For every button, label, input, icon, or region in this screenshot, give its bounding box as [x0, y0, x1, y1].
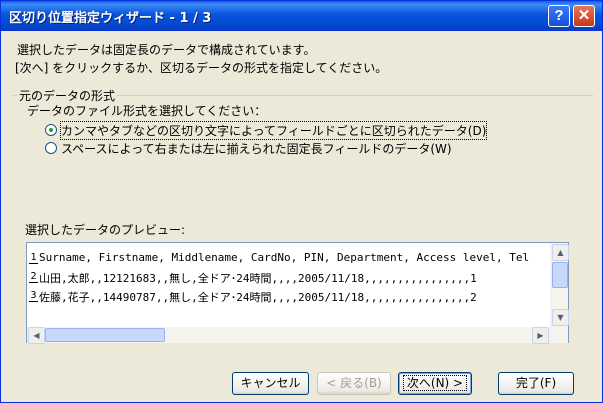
window-title: 区切り位置指定ウィザード - 1 / 3 [9, 11, 212, 26]
radio-fixed-width-label[interactable]: スペースによって右または左に揃えられた固定長フィールドのデータ(W) [61, 140, 452, 157]
cancel-label: キャンセル [240, 376, 301, 390]
horizontal-scrollbar[interactable]: ◀ ▶ [27, 327, 568, 344]
scroll-down-icon[interactable]: ▼ [552, 309, 569, 326]
row-number: 1 [29, 252, 38, 264]
radio-checked-icon[interactable] [45, 124, 57, 136]
back-label: < 戻る(B) [326, 376, 382, 390]
format-prompt: データのファイル形式を選択してください： [27, 104, 267, 118]
close-button[interactable]: ✕ [573, 5, 595, 27]
title-bar[interactable]: 区切り位置指定ウィザード - 1 / 3 ? ✕ [1, 1, 602, 31]
radio-delimited-label[interactable]: カンマやタブなどの区切り文字によってフィールドごとに区切られたデータ(D) [59, 121, 488, 140]
next-button[interactable]: 次へ(N) > [398, 372, 472, 395]
preview-label: 選択したデータのプレビュー: [25, 223, 186, 237]
finish-label: 完了(F) [515, 376, 557, 390]
preview-row: 2 山田,太郎,,12121683,,無し,全ドア･24時間,,,,2005/1… [27, 268, 550, 287]
scroll-left-icon[interactable]: ◀ [28, 327, 45, 344]
back-button[interactable]: < 戻る(B) [317, 372, 391, 395]
row-text: 山田,太郎,,12121683,,無し,全ドア･24時間,,,,2005/11/… [39, 272, 477, 285]
row-text: Surname, Firstname, Middlename, CardNo, … [39, 251, 530, 264]
scroll-up-icon[interactable]: ▲ [552, 244, 569, 261]
horizontal-scroll-thumb[interactable] [45, 328, 165, 342]
vertical-scroll-thumb[interactable] [552, 262, 568, 288]
scroll-right-icon[interactable]: ▶ [532, 327, 549, 344]
vertical-scrollbar[interactable]: ▲ ▼ [550, 243, 569, 327]
next-label: 次へ(N) > [402, 375, 468, 391]
data-preview[interactable]: 1 Surname, Firstname, Middlename, CardNo… [26, 242, 569, 344]
cancel-button[interactable]: キャンセル [232, 372, 309, 395]
intro-line-2: [次へ] をクリックするか、区切るデータの形式を指定してください。 [15, 61, 388, 75]
row-number: 2 [29, 271, 38, 283]
finish-button[interactable]: 完了(F) [498, 372, 574, 395]
radio-unchecked-icon[interactable] [45, 142, 57, 154]
row-text: 佐藤,花子,,14490787,,無し,全ドア･24時間,,,,2005/11/… [39, 291, 477, 304]
wizard-dialog: 区切り位置指定ウィザード - 1 / 3 ? ✕ 選択したデータは固定長のデータ… [0, 0, 603, 403]
row-number: 3 [29, 290, 38, 302]
preview-row: 1 Surname, Firstname, Middlename, CardNo… [27, 249, 550, 268]
help-button[interactable]: ? [548, 5, 570, 27]
intro-line-1: 選択したデータは固定長のデータで構成されています。 [17, 43, 316, 57]
preview-row: 3 佐藤,花子,,14490787,,無し,全ドア･24時間,,,,2005/1… [27, 287, 550, 306]
preview-rows: 1 Surname, Firstname, Middlename, CardNo… [27, 249, 550, 319]
